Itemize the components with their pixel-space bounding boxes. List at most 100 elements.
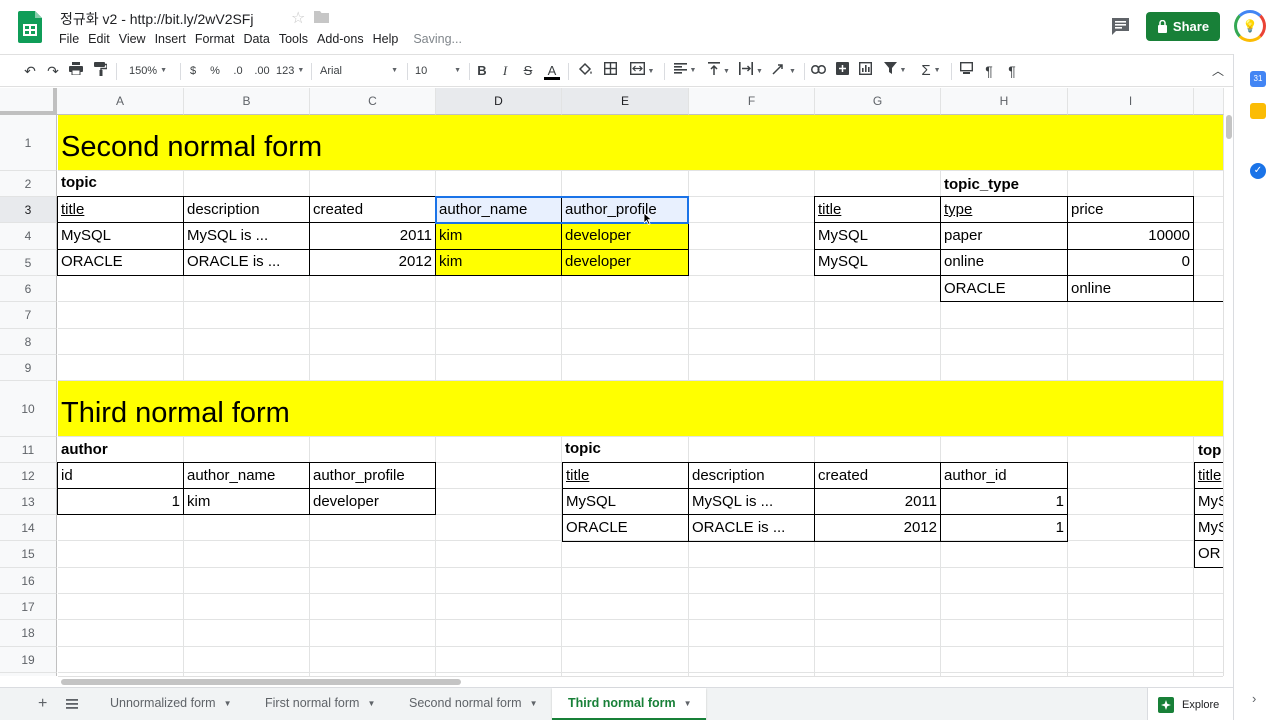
row-header-13[interactable]: 13	[0, 489, 57, 515]
sheet-tab-first-normal[interactable]: First normal form ▼	[249, 688, 389, 720]
cell-E13[interactable]: MySQL	[563, 489, 688, 515]
cell-B5[interactable]: ORACLE is ...	[184, 249, 309, 275]
insert-chart-icon[interactable]	[857, 61, 873, 80]
cell-D4[interactable]: kim	[436, 223, 561, 249]
cell-G13[interactable]: 2011	[815, 489, 940, 515]
account-avatar[interactable]: 💡	[1234, 10, 1266, 42]
row-header-9[interactable]: 9	[0, 355, 57, 381]
row-header-10[interactable]: 10	[0, 381, 57, 437]
row-header-2[interactable]: 2	[0, 171, 57, 197]
undo-icon[interactable]: ↶	[22, 62, 38, 80]
cell-E4[interactable]: developer	[562, 223, 688, 249]
functions-icon[interactable]: Σ ▼	[917, 62, 945, 80]
cell-H2[interactable]: topic_type	[941, 172, 1067, 198]
horizontal-scrollbar[interactable]	[58, 676, 1223, 687]
menu-view[interactable]: View	[119, 32, 146, 46]
third-normal-form-title[interactable]: Third normal form	[61, 397, 290, 430]
cell-A13[interactable]: 1	[58, 489, 183, 515]
cell-J12[interactable]: title	[1195, 463, 1223, 489]
star-icon[interactable]: ☆	[291, 8, 305, 28]
cell-E5[interactable]: developer	[562, 249, 688, 275]
cell-G5[interactable]: MySQL	[815, 249, 940, 275]
calendar-icon[interactable]: 31	[1250, 71, 1266, 87]
select-all-corner[interactable]	[0, 88, 57, 115]
zoom-select[interactable]: 150% ▼	[123, 62, 173, 80]
paint-format-icon[interactable]	[92, 62, 108, 80]
menu-format[interactable]: Format	[195, 32, 235, 46]
cell-C12[interactable]: author_profile	[310, 463, 435, 489]
cell-A2[interactable]: topic	[58, 170, 183, 196]
more-formats-select[interactable]: 123 ▼	[276, 62, 304, 80]
sheet-tab-third-normal[interactable]: Third normal form ▼	[552, 688, 706, 720]
cell-H4[interactable]: paper	[941, 223, 1067, 249]
vertical-align-icon[interactable]: ▼	[705, 62, 733, 80]
borders-icon[interactable]	[602, 61, 618, 80]
row-header-14[interactable]: 14	[0, 515, 57, 541]
cell-J11[interactable]: top	[1195, 438, 1223, 464]
vertical-scroll-thumb[interactable]	[1226, 115, 1232, 139]
text-color-button[interactable]: A	[544, 62, 560, 80]
cell-A12[interactable]: id	[58, 463, 183, 489]
print-icon[interactable]	[68, 62, 84, 80]
row-header-12[interactable]: 12	[0, 463, 57, 489]
text-rotation-icon[interactable]: ▼	[770, 62, 798, 80]
keep-icon[interactable]	[1250, 103, 1266, 119]
cell-B12[interactable]: author_name	[184, 463, 309, 489]
sheet-tab-second-normal[interactable]: Second normal form ▼	[393, 688, 551, 720]
cell-H14[interactable]: 1	[941, 515, 1067, 541]
cell-H3[interactable]: type	[941, 197, 1067, 223]
cell-G4[interactable]: MySQL	[815, 223, 940, 249]
rtl-direction-icon[interactable]: ¶	[1004, 62, 1020, 80]
cell-F14[interactable]: ORACLE is ...	[689, 515, 814, 541]
fill-color-icon[interactable]	[577, 62, 593, 80]
cell-C3[interactable]: created	[310, 197, 435, 223]
cell-I5[interactable]: 0	[1068, 249, 1193, 275]
text-wrapping-icon[interactable]: ▼	[737, 62, 765, 80]
filter-icon[interactable]: ▼	[881, 62, 909, 80]
collapse-toolbar-icon[interactable]: ︿	[1210, 62, 1226, 80]
vertical-scrollbar[interactable]	[1223, 115, 1233, 676]
cell-A11[interactable]: author	[58, 437, 183, 463]
cell-H6[interactable]: ORACLE	[941, 276, 1067, 302]
row-header-5[interactable]: 5	[0, 250, 57, 276]
cell-C5[interactable]: 2012	[310, 249, 435, 275]
cell-H12[interactable]: author_id	[941, 463, 1067, 489]
row-header-7[interactable]: 7	[0, 302, 57, 329]
row-header-20[interactable]	[0, 673, 57, 676]
merge-cells-icon[interactable]: ▼	[627, 61, 657, 80]
cell-J14[interactable]: MyS	[1195, 515, 1223, 541]
cell-D3[interactable]: author_name	[436, 197, 561, 223]
cell-G14[interactable]: 2012	[815, 515, 940, 541]
row-header-3[interactable]: 3	[0, 197, 57, 223]
strikethrough-button[interactable]: S	[521, 62, 535, 80]
column-header-D[interactable]: D	[436, 88, 562, 115]
horizontal-align-icon[interactable]: ▼	[671, 62, 699, 80]
cell-A5[interactable]: ORACLE	[58, 249, 183, 275]
menu-edit[interactable]: Edit	[88, 32, 110, 46]
cell-F12[interactable]: description	[689, 463, 814, 489]
cell-E11[interactable]: topic	[562, 436, 688, 462]
all-sheets-icon[interactable]	[66, 699, 78, 709]
cell-E14[interactable]: ORACLE	[563, 515, 688, 541]
row-header-17[interactable]: 17	[0, 594, 57, 620]
cell-B3[interactable]: description	[184, 197, 309, 223]
cell-H5[interactable]: online	[941, 249, 1067, 275]
font-size-select[interactable]: 10 ▼	[415, 62, 463, 80]
add-sheet-icon[interactable]: +	[38, 695, 47, 713]
column-header-A[interactable]: A	[57, 88, 184, 115]
input-tools-icon[interactable]	[958, 61, 974, 80]
bold-button[interactable]: B	[475, 62, 489, 80]
explore-button[interactable]: Explore	[1147, 688, 1233, 720]
expand-panel-icon[interactable]: ›	[1252, 691, 1256, 706]
increase-decimal-button[interactable]: .00	[253, 62, 271, 80]
row-header-11[interactable]: 11	[0, 437, 57, 463]
column-header-E[interactable]: E	[562, 88, 689, 115]
menu-data[interactable]: Data	[243, 32, 269, 46]
document-title[interactable]: 정규화 v2 - http://bit.ly/2wV2SFj	[60, 9, 253, 29]
currency-format-button[interactable]: $	[186, 62, 200, 80]
row-header-18[interactable]: 18	[0, 620, 57, 647]
cell-D5[interactable]: kim	[436, 249, 561, 275]
percent-format-button[interactable]: %	[208, 62, 222, 80]
cell-J15[interactable]: OR	[1195, 541, 1223, 567]
column-header-G[interactable]: G	[815, 88, 941, 115]
